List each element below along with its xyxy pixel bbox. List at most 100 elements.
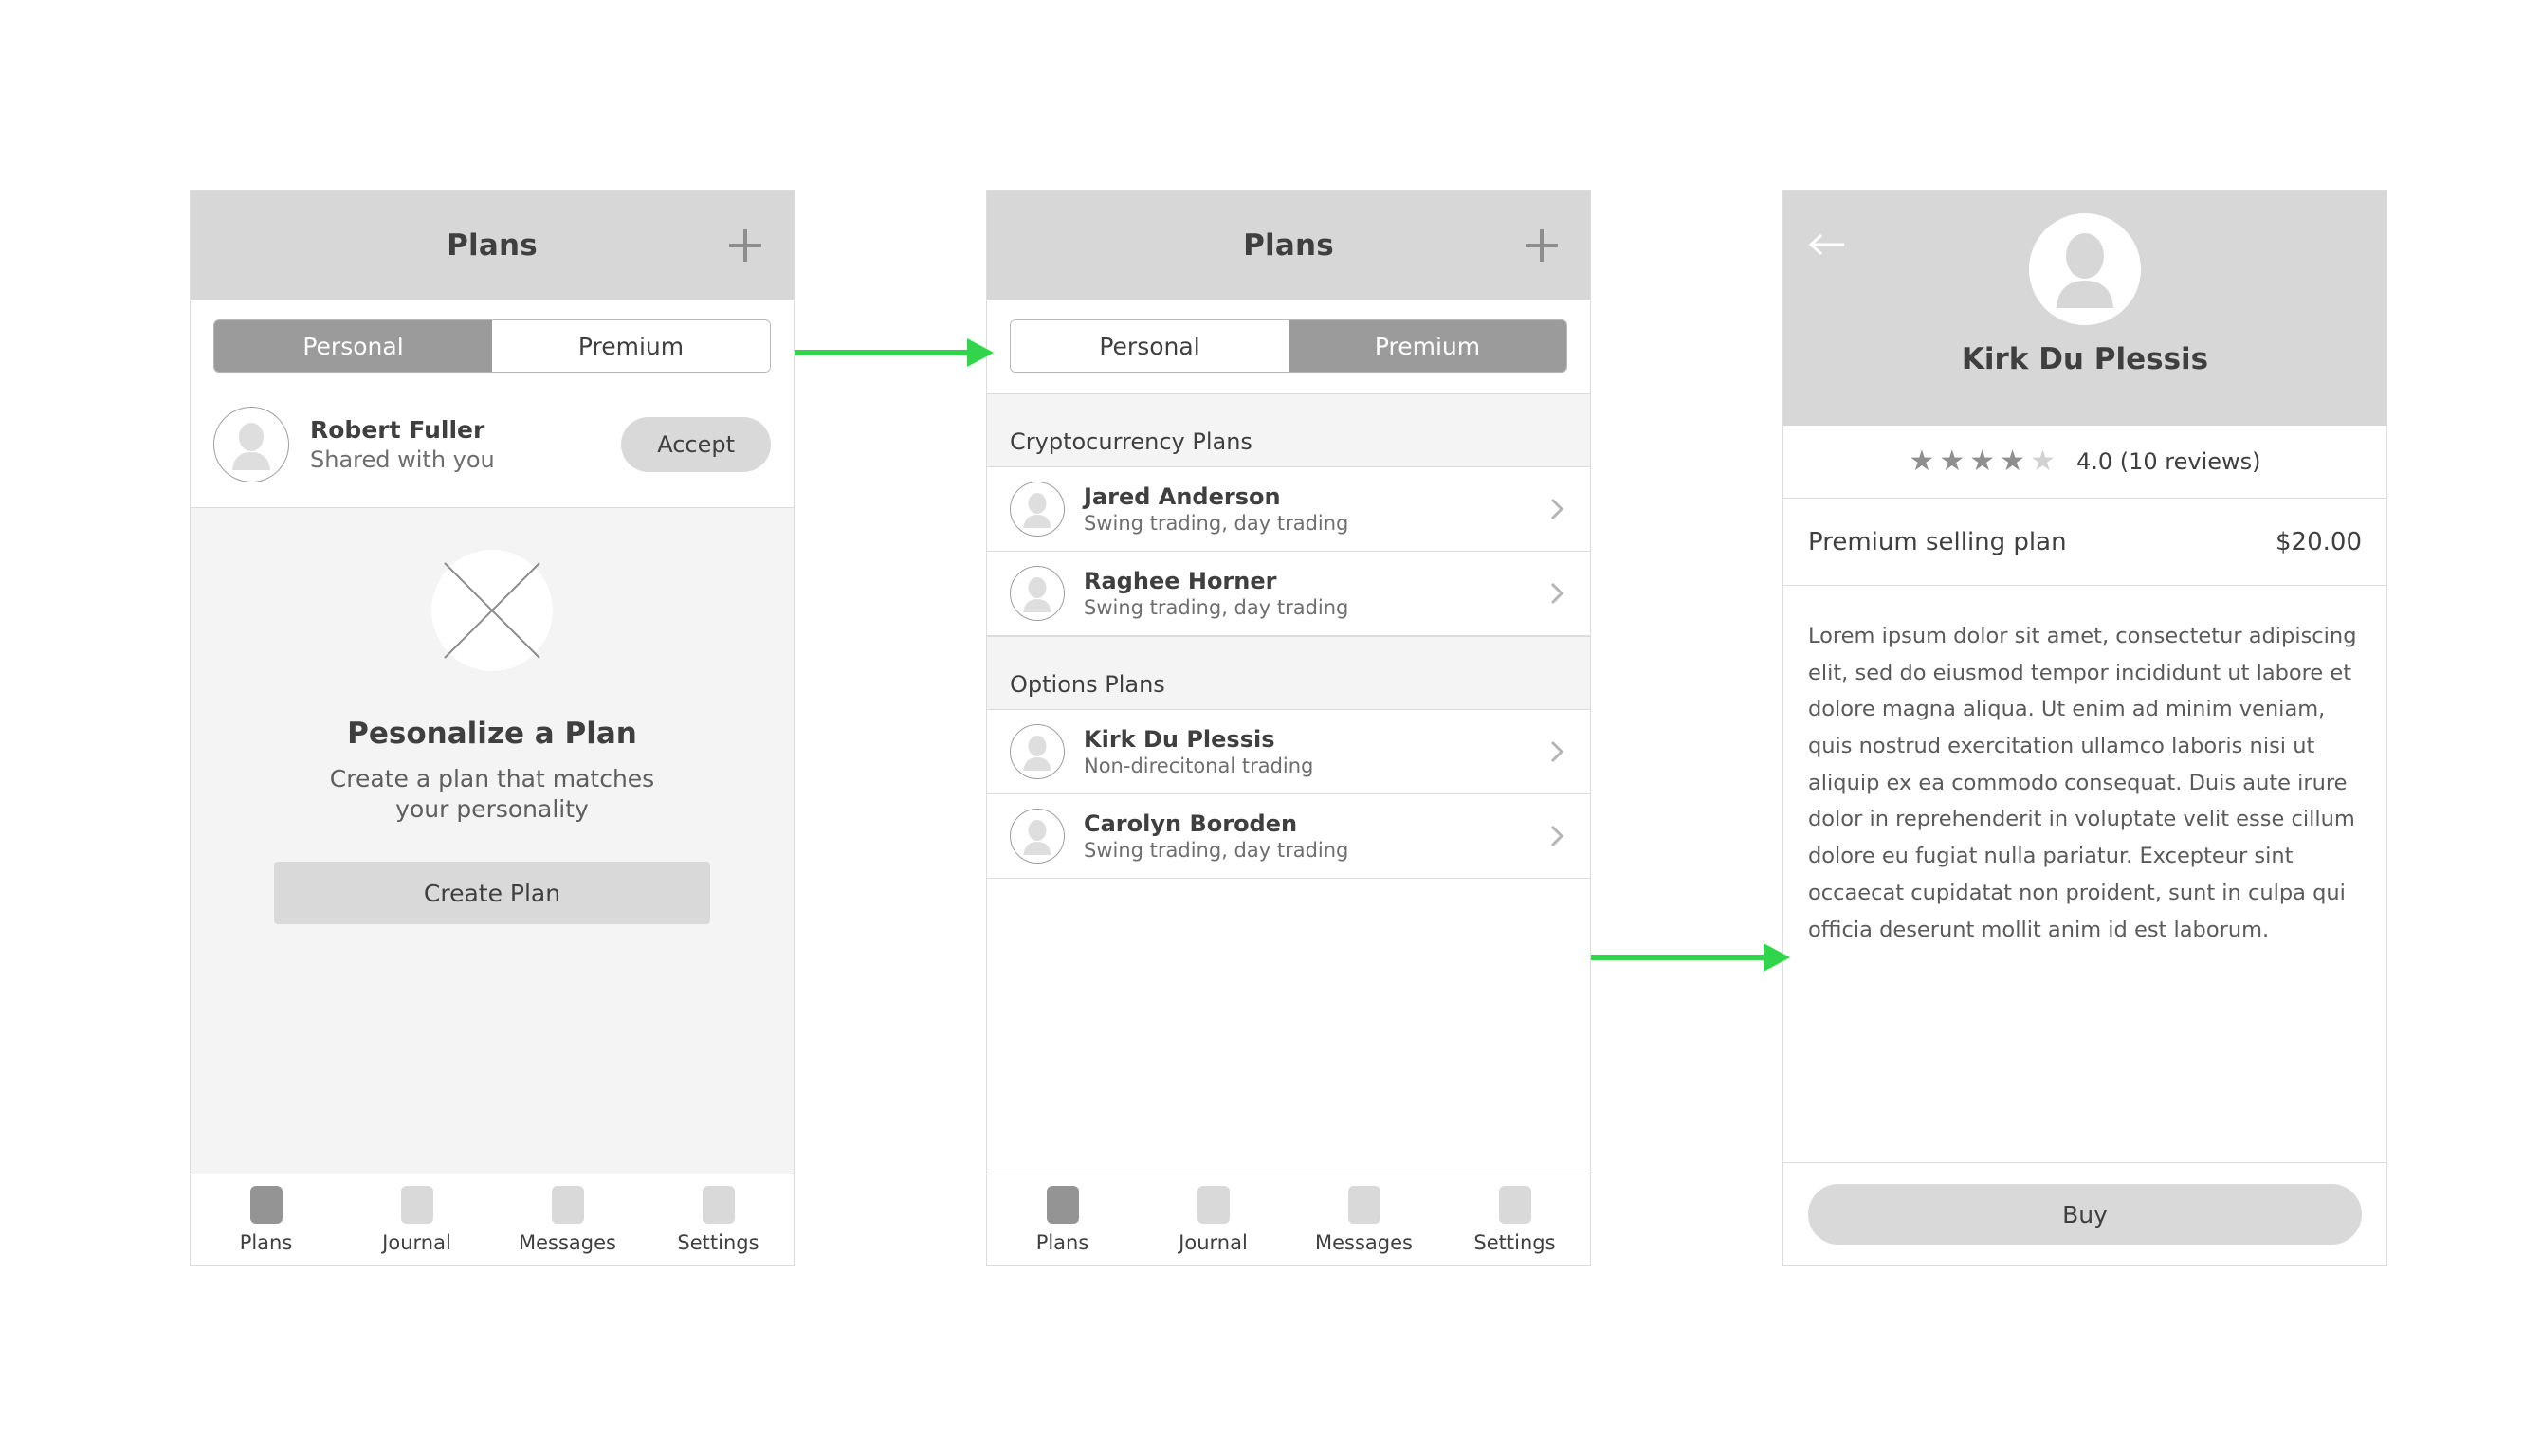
star-empty-icon: ★ xyxy=(2030,445,2056,478)
tab-journal[interactable]: Journal xyxy=(1138,1186,1289,1254)
tab-journal[interactable]: Journal xyxy=(341,1186,492,1254)
chevron-right-icon xyxy=(1550,498,1563,520)
chevron-right-icon xyxy=(1550,740,1563,763)
invite-texts: Robert Fuller Shared with you xyxy=(310,416,621,473)
tab-settings-label: Settings xyxy=(1473,1231,1556,1254)
price-row: Premium selling plan $20.00 xyxy=(1783,499,2386,586)
chevron-right-icon xyxy=(1550,582,1563,605)
person-avatar-icon xyxy=(1010,566,1065,621)
buy-area: Buy xyxy=(1783,1163,2386,1265)
plan-texts: Jared Anderson Swing trading, day tradin… xyxy=(1084,483,1550,535)
tab-journal-label: Journal xyxy=(382,1231,451,1254)
tab-messages[interactable]: Messages xyxy=(1289,1186,1439,1254)
tab-plans[interactable]: Plans xyxy=(191,1186,341,1254)
section-header-options: Options Plans xyxy=(987,636,1590,710)
tab-premium[interactable]: Premium xyxy=(1289,320,1566,372)
person-avatar-icon xyxy=(213,407,289,482)
messages-icon xyxy=(1347,1186,1380,1224)
star-filled-icon: ★ xyxy=(2000,445,2026,478)
appbar-screen1: Plans xyxy=(191,191,794,300)
plan-row-jared-anderson[interactable]: Jared Anderson Swing trading, day tradin… xyxy=(987,467,1590,552)
plan-texts: Kirk Du Plessis Non-direcitonal trading xyxy=(1084,726,1550,777)
journal-icon xyxy=(1197,1186,1230,1224)
accept-button[interactable]: Accept xyxy=(621,417,771,472)
star-filled-icon: ★ xyxy=(1939,445,1965,478)
page-title: Plans xyxy=(1243,228,1334,263)
empty-state-title: Pesonalize a Plan xyxy=(347,717,637,751)
plan-name: Kirk Du Plessis xyxy=(1084,726,1275,753)
segmented-control-wrap-screen1: Personal Premium xyxy=(191,300,794,393)
plan-texts: Carolyn Boroden Swing trading, day tradi… xyxy=(1084,810,1550,862)
profile-hero: Kirk Du Plessis xyxy=(1783,191,2386,426)
journal-icon xyxy=(400,1186,433,1224)
empty-state-subtitle: Create a plan that matches your personal… xyxy=(329,765,655,823)
tab-messages-label: Messages xyxy=(519,1231,616,1254)
star-filled-icon: ★ xyxy=(1909,445,1935,478)
bottom-tabbar-screen1: Plans Journal Messages Settings xyxy=(191,1174,794,1265)
segmented-control-screen2: Personal Premium xyxy=(1010,319,1567,373)
plus-icon[interactable] xyxy=(729,229,761,262)
chevron-right-icon xyxy=(1550,825,1563,847)
empty-state-personalize: Pesonalize a Plan Create a plan that mat… xyxy=(191,508,794,1174)
plan-row-carolyn-boroden[interactable]: Carolyn Boroden Swing trading, day tradi… xyxy=(987,794,1590,879)
person-avatar-icon xyxy=(1010,482,1065,537)
invite-name: Robert Fuller xyxy=(310,416,485,444)
plan-row-kirk-du-plessis[interactable]: Kirk Du Plessis Non-direcitonal trading xyxy=(987,710,1590,794)
rating-row: ★ ★ ★ ★ ★ 4.0 (10 reviews) xyxy=(1783,426,2386,499)
segmented-control-screen1: Personal Premium xyxy=(213,319,771,373)
premium-plans-list: Cryptocurrency Plans Jared Anderson Swin… xyxy=(987,393,1590,1174)
plans-icon xyxy=(249,1186,283,1224)
plan-row-raghee-horner[interactable]: Raghee Horner Swing trading, day trading xyxy=(987,552,1590,636)
back-arrow-icon[interactable] xyxy=(1808,232,1846,257)
plan-description: Lorem ipsum dolor sit amet, consectetur … xyxy=(1783,586,2386,1163)
tab-plans[interactable]: Plans xyxy=(987,1186,1138,1254)
plans-icon xyxy=(1046,1186,1079,1224)
tab-personal[interactable]: Personal xyxy=(1011,320,1289,372)
flow-arrow-personal-to-premium xyxy=(795,338,994,367)
tab-settings[interactable]: Settings xyxy=(643,1186,794,1254)
appbar-screen2: Plans xyxy=(987,191,1590,300)
price-value: $20.00 xyxy=(2276,527,2362,556)
rating-text: 4.0 (10 reviews) xyxy=(2075,448,2261,475)
settings-icon xyxy=(1498,1186,1531,1224)
price-label: Premium selling plan xyxy=(1808,527,2067,556)
plan-subtitle: Non-direcitonal trading xyxy=(1084,755,1314,777)
plan-name: Raghee Horner xyxy=(1084,568,1277,594)
person-avatar-icon xyxy=(1010,724,1065,779)
image-placeholder-icon xyxy=(431,550,553,671)
plan-name: Carolyn Boroden xyxy=(1084,810,1298,837)
flow-arrow-row-to-detail xyxy=(1591,943,1790,972)
page-title: Plans xyxy=(447,228,538,263)
section-header-crypto: Cryptocurrency Plans xyxy=(987,393,1590,467)
plan-subtitle: Swing trading, day trading xyxy=(1084,839,1349,862)
tab-messages[interactable]: Messages xyxy=(492,1186,643,1254)
buy-button[interactable]: Buy xyxy=(1808,1184,2362,1245)
star-rating: ★ ★ ★ ★ ★ xyxy=(1909,447,2056,476)
shared-plan-invite-row[interactable]: Robert Fuller Shared with you Accept xyxy=(191,393,794,508)
person-avatar-icon xyxy=(1010,809,1065,864)
tab-plans-label: Plans xyxy=(1035,1231,1089,1254)
tab-settings-label: Settings xyxy=(677,1231,759,1254)
screen-plans-premium: Plans Personal Premium Cryptocurrency Pl… xyxy=(986,190,1591,1266)
create-plan-button[interactable]: Create Plan xyxy=(274,862,710,924)
profile-name: Kirk Du Plessis xyxy=(1961,342,2209,376)
segmented-control-wrap-screen2: Personal Premium xyxy=(987,300,1590,393)
star-filled-icon: ★ xyxy=(1969,445,1996,478)
plan-subtitle: Swing trading, day trading xyxy=(1084,596,1349,619)
plus-icon[interactable] xyxy=(1526,229,1558,262)
messages-icon xyxy=(551,1186,584,1224)
screen-plan-detail: Kirk Du Plessis ★ ★ ★ ★ ★ 4.0 (10 review… xyxy=(1782,190,2387,1266)
plan-texts: Raghee Horner Swing trading, day trading xyxy=(1084,568,1550,619)
tab-premium[interactable]: Premium xyxy=(492,320,770,372)
bottom-tabbar-screen2: Plans Journal Messages Settings xyxy=(987,1174,1590,1265)
invite-subtitle: Shared with you xyxy=(310,446,495,473)
screen-plans-personal: Plans Personal Premium Robert Fuller Sha… xyxy=(190,190,795,1266)
tab-journal-label: Journal xyxy=(1179,1231,1248,1254)
plan-subtitle: Swing trading, day trading xyxy=(1084,512,1349,535)
tab-settings[interactable]: Settings xyxy=(1439,1186,1590,1254)
tab-messages-label: Messages xyxy=(1315,1231,1413,1254)
tab-plans-label: Plans xyxy=(239,1231,293,1254)
plan-name: Jared Anderson xyxy=(1084,483,1281,510)
settings-icon xyxy=(702,1186,735,1224)
tab-personal[interactable]: Personal xyxy=(214,320,492,372)
